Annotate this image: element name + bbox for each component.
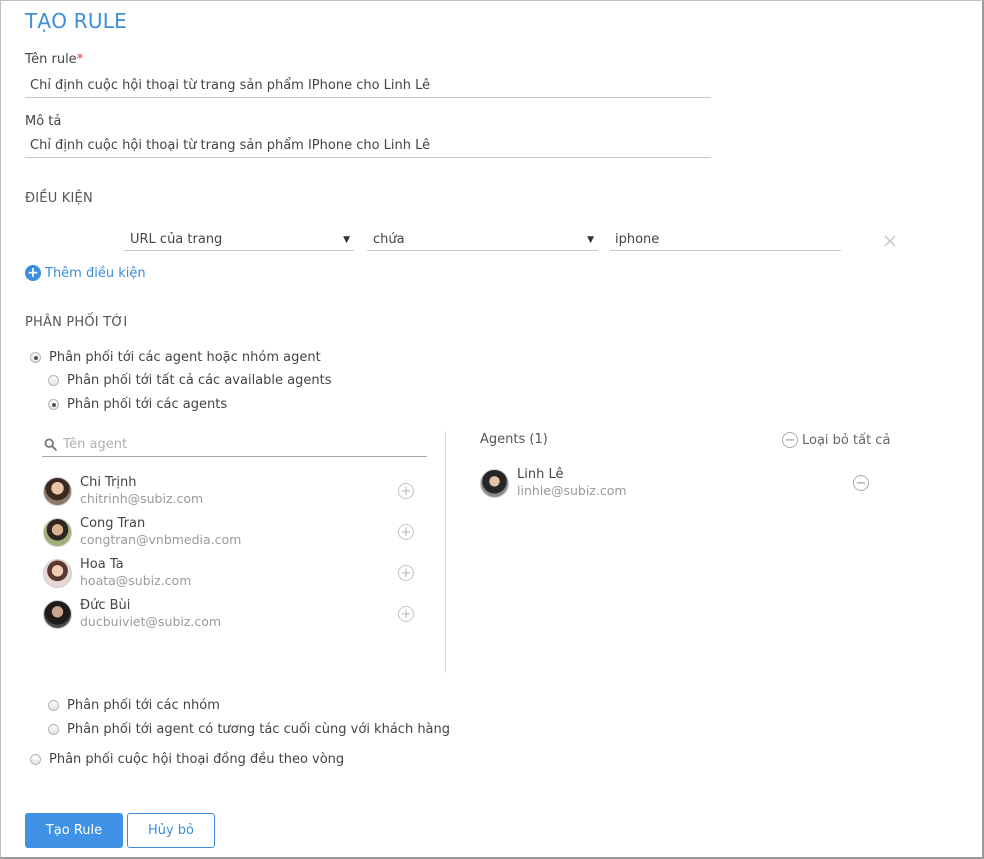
condition-value-input[interactable]: iphone [610,230,841,251]
minus-circle-icon: − [782,432,798,448]
radio-specific-agents[interactable]: Phân phối tới các agents [48,397,227,412]
search-icon [44,437,57,451]
rule-name-label: Tên rule* [25,52,83,67]
agent-email: congtran@vnbmedia.com [80,532,242,547]
agent-email: chitrinh@subiz.com [80,491,204,506]
agent-name: Chi Trịnh [80,475,137,490]
avatar [480,468,509,498]
remove-all-label: Loại bỏ tất cả [802,432,891,448]
agent-name: Cong Tran [80,516,146,531]
radio-agents-or-groups[interactable]: Phân phối tới các agent hoặc nhóm agent [30,350,321,365]
agent-list-item: Hoa Ta hoata@subiz.com [43,557,191,589]
add-agent-button[interactable]: + [398,565,414,581]
radio-label: Phân phối cuộc hội thoại đồng đều theo v… [49,752,345,767]
selected-agents-heading: Agents (1) [480,432,548,447]
radio-button[interactable] [30,754,41,765]
agent-list-item: Cong Tran congtran@vnbmedia.com [43,516,241,548]
radio-label: Phân phối tới agent có tương tác cuối cù… [67,722,451,737]
avatar [43,517,72,547]
add-condition-label: Thêm điều kiện [45,265,146,281]
rule-name-input[interactable]: Chỉ định cuộc hội thoại từ trang sản phẩ… [25,75,711,98]
selected-agent-item: Linh Lê linhle@subiz.com [480,467,627,499]
rule-name-label-text: Tên rule [25,52,77,67]
column-divider [445,431,446,673]
radio-label: Phân phối tới các agent hoặc nhóm agent [49,350,321,365]
caret-down-icon: ▼ [587,235,594,245]
radio-label: Phân phối tới tất cả các available agent… [67,373,332,388]
avatar [43,558,72,588]
radio-button[interactable] [48,724,59,735]
add-condition-button[interactable]: + Thêm điều kiện [25,265,146,281]
conditions-heading: ĐIỀU KIỆN [25,191,93,206]
radio-label: Phân phối tới các agents [67,397,228,412]
caret-down-icon: ▼ [343,235,350,245]
plus-icon: + [400,606,412,622]
required-mark: * [76,52,84,67]
page-title: TẠO RULE [25,9,127,33]
remove-agent-button[interactable]: − [853,475,869,491]
description-label: Mô tả [25,114,62,129]
radio-button[interactable] [48,375,59,386]
plus-icon: + [400,524,412,540]
radio-groups[interactable]: Phân phối tới các nhóm [48,698,220,713]
radio-button[interactable] [30,352,41,363]
add-agent-button[interactable]: + [398,606,414,622]
plus-circle-icon: + [25,265,41,281]
radio-button[interactable] [48,399,59,410]
description-input[interactable]: Chỉ định cuộc hội thoại từ trang sản phẩ… [25,135,711,158]
agent-email: ducbuiviet@subiz.com [80,614,222,629]
plus-icon: + [400,483,412,499]
minus-icon: − [855,475,867,491]
add-agent-button[interactable]: + [398,524,414,540]
condition-operator-select[interactable]: chứa ▼ [367,230,598,251]
add-agent-button[interactable]: + [398,483,414,499]
agent-list-item: Đức Bùi ducbuiviet@subiz.com [43,598,221,630]
close-icon[interactable] [883,234,897,248]
agent-email: linhle@subiz.com [517,483,627,498]
agent-email: hoata@subiz.com [80,573,192,588]
avatar [43,599,72,629]
agent-name: Hoa Ta [80,557,124,572]
agent-search-placeholder: Tên agent [63,436,128,452]
create-rule-button[interactable]: Tạo Rule [25,813,123,848]
cancel-button[interactable]: Hủy bỏ [127,813,215,848]
radio-label: Phân phối tới các nhóm [67,698,220,713]
radio-button[interactable] [48,700,59,711]
condition-operator-value: chứa [373,232,405,247]
radio-round-robin[interactable]: Phân phối cuộc hội thoại đồng đều theo v… [30,752,344,767]
radio-last-interacted-agent[interactable]: Phân phối tới agent có tương tác cuối cù… [48,722,450,737]
radio-all-available-agents[interactable]: Phân phối tới tất cả các available agent… [48,373,331,388]
agent-list-item: Chi Trịnh chitrinh@subiz.com [43,475,203,507]
condition-field-value: URL của trang [130,232,223,247]
agent-name: Linh Lê [517,467,564,482]
condition-field-select[interactable]: URL của trang ▼ [124,230,354,251]
distribution-heading: PHÂN PHỐI TỚI [25,315,128,330]
agent-name: Đức Bùi [80,598,131,613]
agent-search-field[interactable]: Tên agent [42,432,427,457]
avatar [43,476,72,506]
remove-all-button[interactable]: − Loại bỏ tất cả [782,432,890,448]
plus-icon: + [400,565,412,581]
